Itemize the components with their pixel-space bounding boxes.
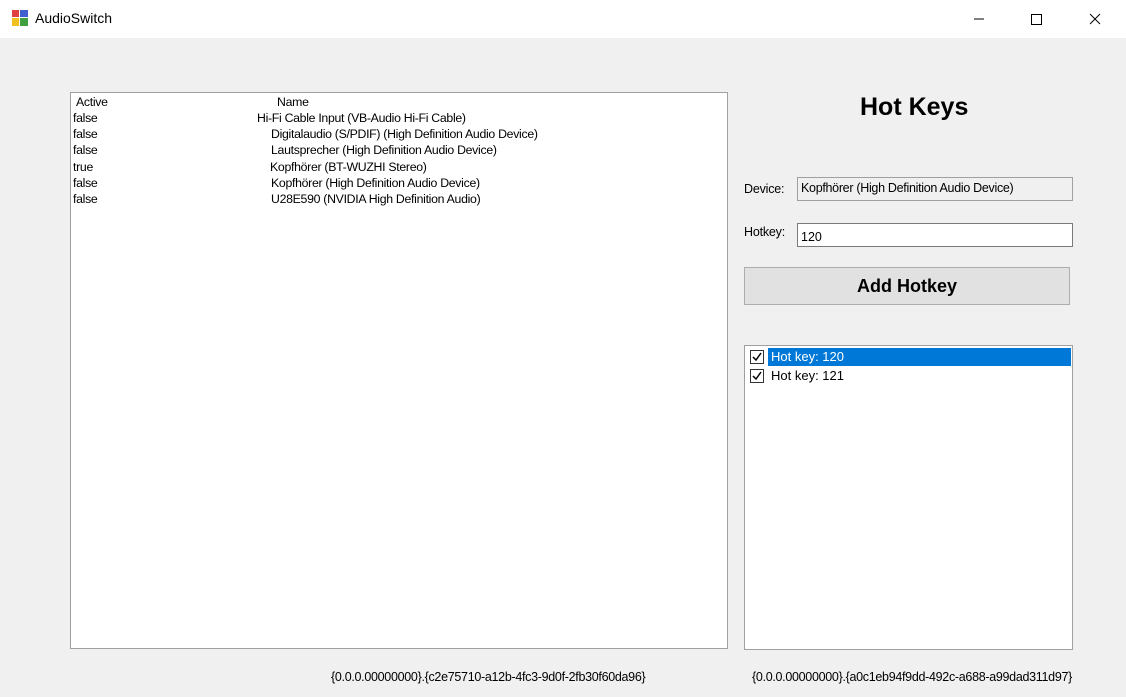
- device-row[interactable]: false Kopfhörer (High Definition Audio D…: [71, 176, 727, 192]
- maximize-button[interactable]: [1013, 0, 1059, 38]
- add-hotkey-button[interactable]: Add Hotkey: [744, 267, 1070, 305]
- device-label: Device:: [744, 182, 785, 196]
- device-active-value: true: [73, 160, 93, 174]
- hotkey-input[interactable]: [797, 223, 1073, 247]
- hotkey-item-label: Hot key: 120: [768, 348, 1071, 366]
- hotkey-checkbox[interactable]: [750, 369, 764, 383]
- device-active-value: false: [73, 176, 98, 190]
- device-field: Kopfhörer (High Definition Audio Device): [797, 177, 1073, 201]
- hotkey-list[interactable]: Hot key: 120 Hot key: 121: [744, 345, 1073, 650]
- device-row[interactable]: false Hi-Fi Cable Input (VB-Audio Hi-Fi …: [71, 111, 727, 127]
- status-device-id-right: {0.0.0.00000000}.{a0c1eb94f9dd-492c-a688…: [752, 670, 1073, 684]
- minimize-icon: [974, 18, 984, 20]
- device-row[interactable]: false U28E590 (NVIDIA High Definition Au…: [71, 192, 727, 208]
- hotkey-list-item[interactable]: Hot key: 121: [748, 367, 1071, 385]
- app-icon: [12, 10, 28, 26]
- device-active-value: false: [73, 143, 98, 157]
- maximize-icon: [1031, 14, 1042, 25]
- status-device-id-left: {0.0.0.00000000}.{c2e75710-a12b-4fc3-9d0…: [331, 670, 646, 684]
- close-button[interactable]: [1072, 0, 1118, 38]
- hotkeys-heading: Hot Keys: [860, 93, 969, 121]
- hotkey-label: Hotkey:: [744, 225, 785, 239]
- device-row[interactable]: false Lautsprecher (High Definition Audi…: [71, 143, 727, 159]
- device-row[interactable]: true Kopfhörer (BT-WUZHI Stereo): [71, 160, 727, 176]
- device-row[interactable]: false Digitalaudio (S/PDIF) (High Defini…: [71, 127, 727, 143]
- device-name: U28E590 (NVIDIA High Definition Audio): [271, 192, 481, 206]
- device-name: Hi-Fi Cable Input (VB-Audio Hi-Fi Cable): [257, 111, 466, 125]
- device-name: Kopfhörer (BT-WUZHI Stereo): [270, 160, 427, 174]
- checkmark-icon: [752, 352, 762, 362]
- hotkey-list-item[interactable]: Hot key: 120: [748, 348, 1071, 366]
- checkmark-icon: [752, 371, 762, 381]
- close-icon: [1089, 13, 1101, 25]
- device-active-value: false: [73, 111, 98, 125]
- column-header-active[interactable]: Active: [76, 95, 108, 109]
- title-bar: AudioSwitch: [0, 0, 1126, 38]
- window-title: AudioSwitch: [35, 10, 113, 26]
- device-active-value: false: [73, 192, 98, 206]
- device-active-value: false: [73, 127, 98, 141]
- hotkey-item-label: Hot key: 121: [771, 368, 844, 383]
- device-name: Digitalaudio (S/PDIF) (High Definition A…: [271, 127, 538, 141]
- device-name: Kopfhörer (High Definition Audio Device): [271, 176, 480, 190]
- device-list[interactable]: Active Name false Hi-Fi Cable Input (VB-…: [70, 92, 728, 649]
- column-header-name[interactable]: Name: [277, 95, 309, 109]
- minimize-button[interactable]: [956, 0, 1002, 38]
- device-name: Lautsprecher (High Definition Audio Devi…: [271, 143, 497, 157]
- hotkey-checkbox[interactable]: [750, 350, 764, 364]
